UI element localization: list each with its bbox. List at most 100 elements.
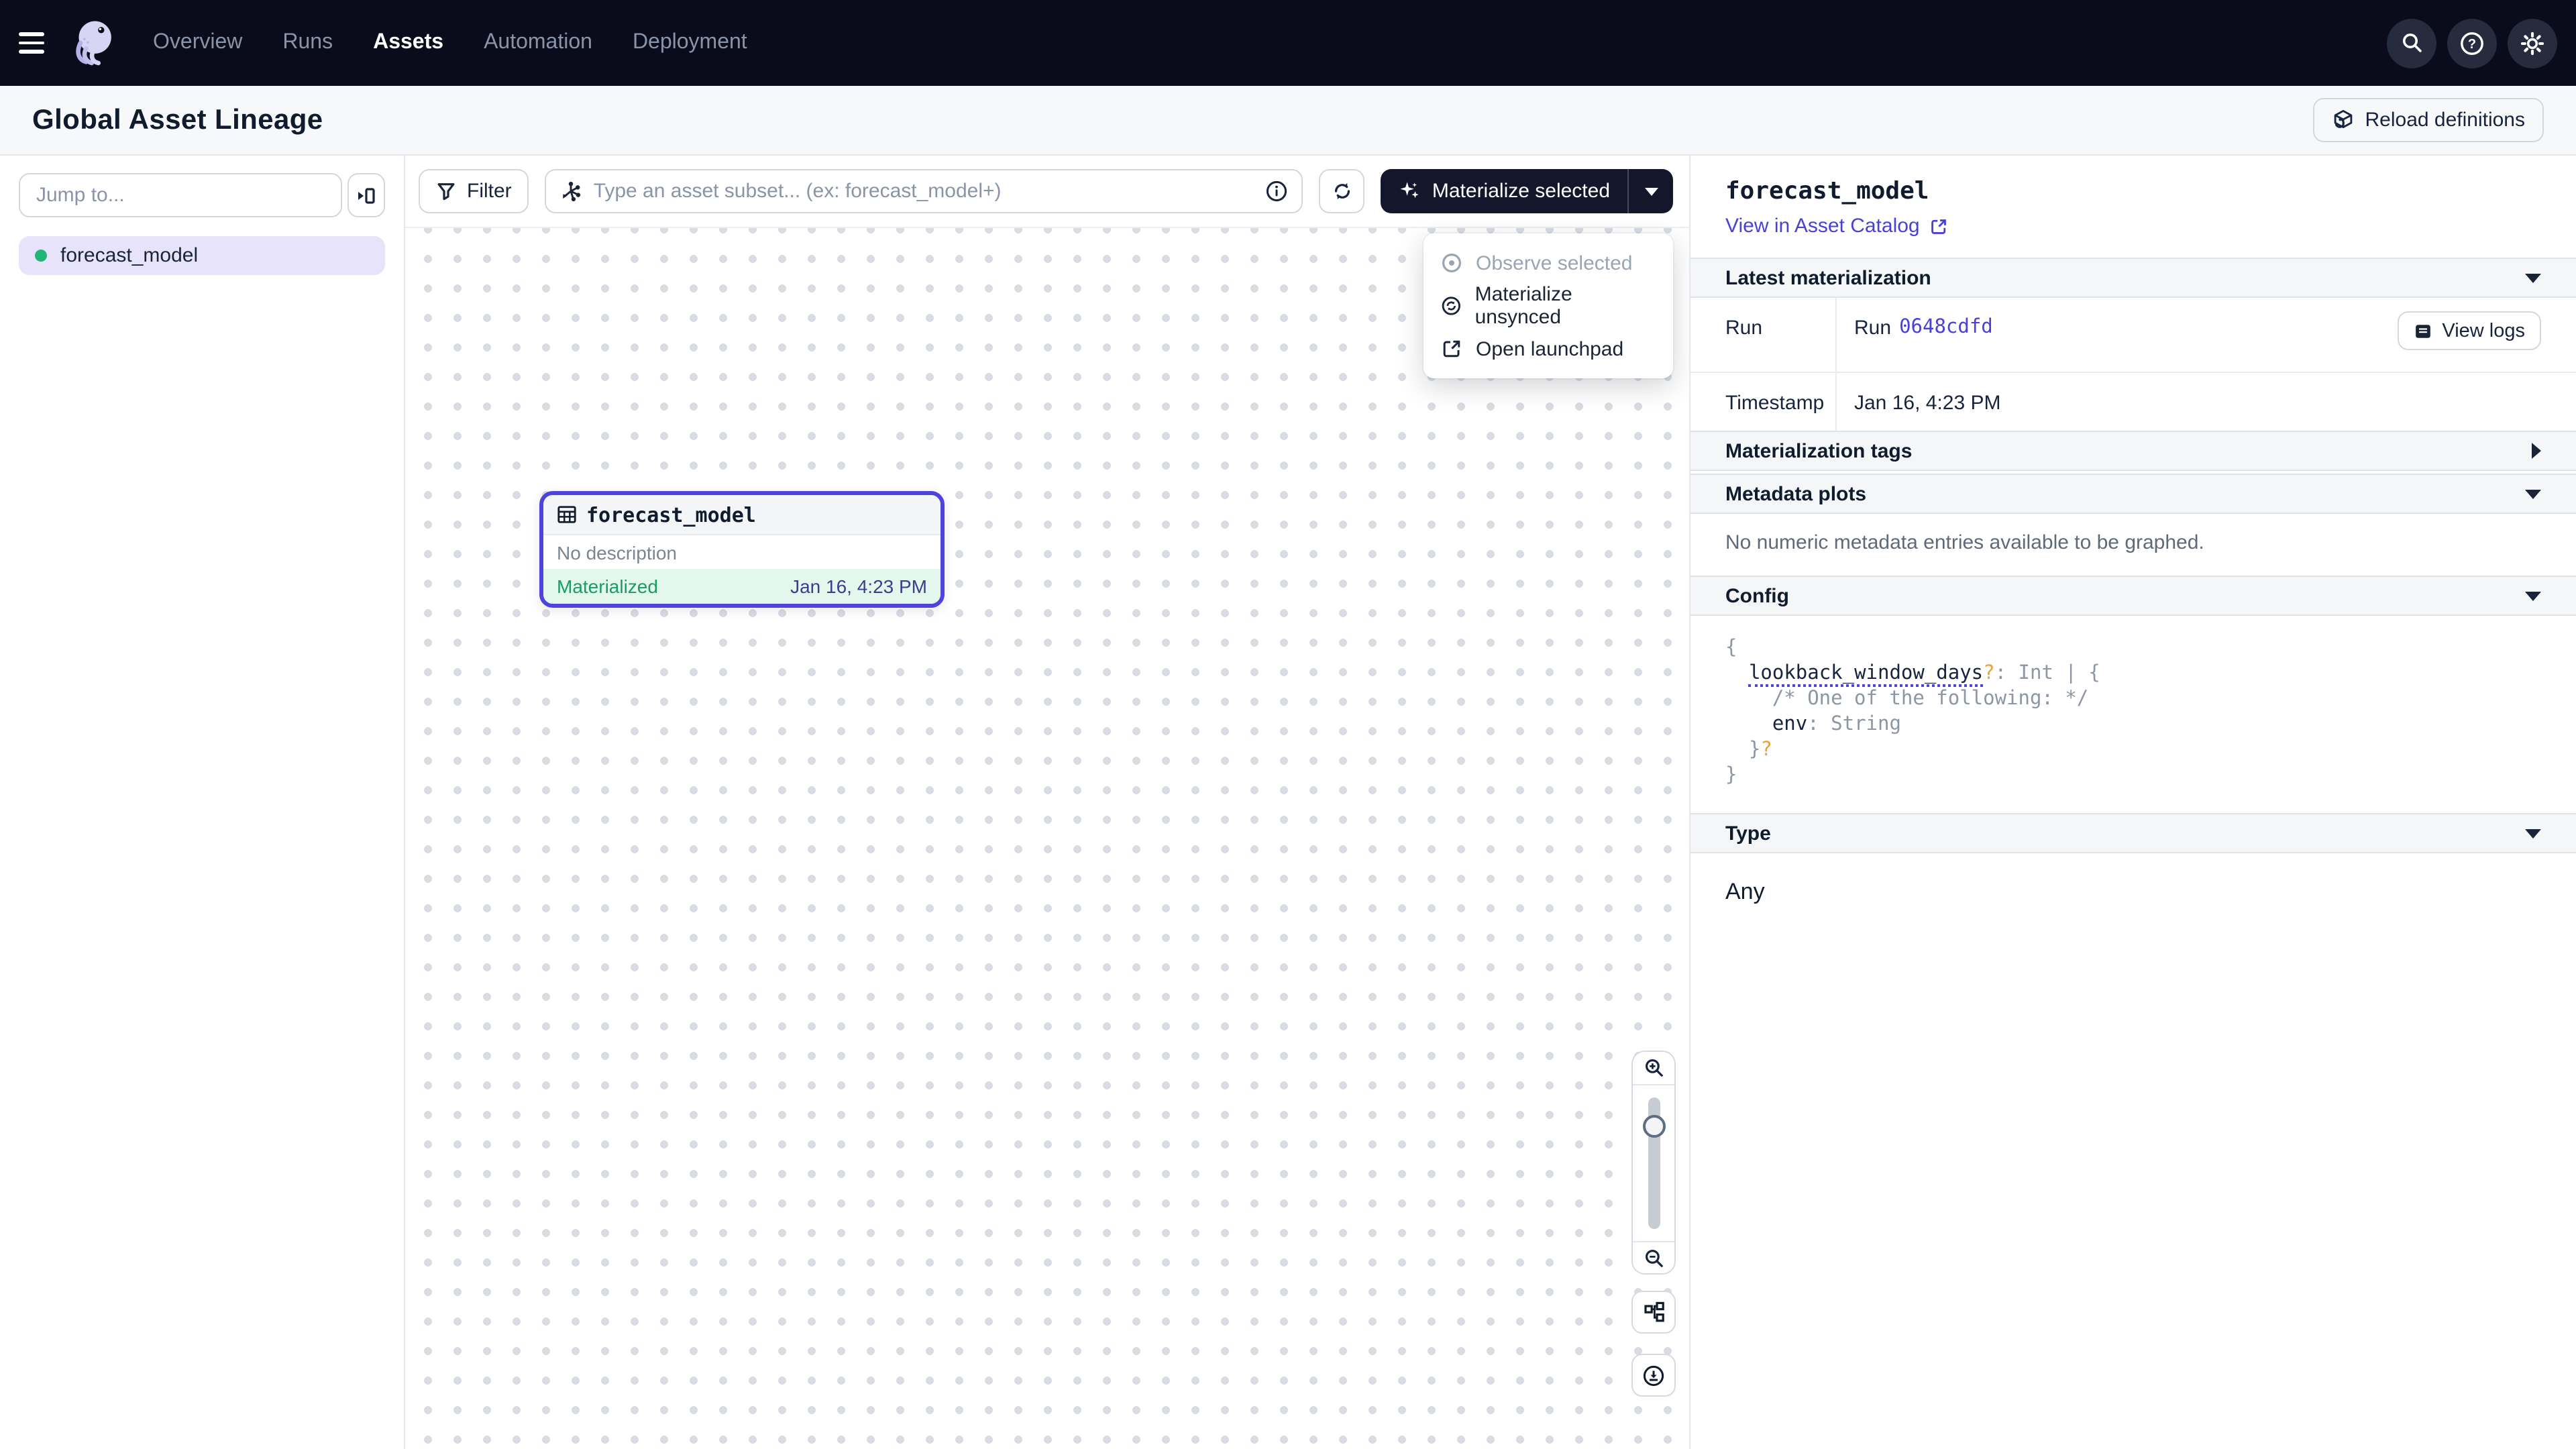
download-icon (1642, 1364, 1665, 1387)
settings-button[interactable] (2508, 18, 2557, 68)
zoom-slider-thumb[interactable] (1642, 1115, 1665, 1138)
nav-item-overview[interactable]: Overview (153, 31, 242, 55)
view-in-asset-catalog-link[interactable]: View in Asset Catalog (1725, 215, 1948, 237)
section-type[interactable]: Type (1690, 813, 2576, 853)
jump-to-input[interactable] (19, 173, 342, 217)
asset-subset-input[interactable]: Type an asset subset... (ex: forecast_mo… (545, 169, 1303, 213)
sparkle-icon (1399, 180, 1421, 203)
octopus-logo-icon (67, 16, 121, 70)
nav-item-deployment[interactable]: Deployment (633, 31, 747, 55)
primary-nav: Overview Runs Assets Automation Deployme… (153, 31, 747, 55)
menu-item-observe-selected[interactable]: Observe selected (1424, 241, 1673, 284)
code-text: { (1725, 637, 1737, 659)
zoom-out-icon (1643, 1247, 1664, 1269)
asset-sidebar: forecast_model (0, 156, 405, 1449)
asset-node-header: forecast_model (543, 495, 941, 535)
section-config[interactable]: Config (1690, 576, 2576, 616)
materialize-selected-split-button: Materialize selected (1381, 169, 1673, 213)
collapse-sidebar-button[interactable] (347, 173, 385, 217)
navbar-actions: ? (2387, 18, 2576, 68)
reload-definitions-button[interactable]: Reload definitions (2313, 98, 2544, 142)
code-comment: /* One of the following: */ (1725, 688, 2088, 710)
zoom-panel (1631, 1051, 1676, 1275)
external-link-icon (1929, 217, 1948, 235)
optional-marker: ? (1983, 663, 1994, 684)
run-row: Run Run 0648cdfd View logs (1690, 298, 2576, 373)
collapse-panel-icon (356, 184, 377, 206)
materialize-dropdown-toggle[interactable] (1627, 169, 1673, 213)
catalog-link-label: View in Asset Catalog (1725, 215, 1920, 237)
refresh-graph-button[interactable] (1320, 169, 1365, 213)
refresh-icon (1331, 180, 1354, 203)
config-schema-code: { lookback_window_days?: Int | { /* One … (1690, 616, 2576, 813)
dagster-logo[interactable] (64, 13, 123, 72)
canvas-toolbar: Filter (405, 156, 1689, 228)
materialize-dropdown-menu: Observe selected Materialize unsynced (1424, 233, 1673, 378)
sidebar-item-forecast-model[interactable]: forecast_model (19, 236, 385, 275)
filter-label: Filter (467, 180, 512, 203)
config-field-name: env (1772, 714, 1807, 735)
search-button[interactable] (2387, 18, 2436, 68)
filter-funnel-icon (436, 181, 456, 201)
download-image-button[interactable] (1631, 1354, 1676, 1397)
run-id-link[interactable]: 0648cdfd (1899, 317, 1993, 338)
chevron-down-icon (2525, 591, 2541, 600)
help-button[interactable]: ? (2447, 18, 2497, 68)
page-title: Global Asset Lineage (32, 104, 323, 136)
zoom-in-button[interactable] (1633, 1052, 1674, 1085)
section-label: Latest materialization (1725, 266, 1931, 289)
canvas-controls (1631, 1051, 1676, 1397)
open-external-icon (1441, 338, 1462, 360)
config-field-name: lookback_window_days (1749, 663, 1983, 687)
chevron-right-icon (2532, 443, 2541, 459)
asset-node-status-row: Materialized Jan 16, 4:23 PM (543, 569, 941, 604)
chevron-down-icon (2525, 828, 2541, 838)
chevron-down-icon (1644, 187, 1658, 195)
graph-layout-icon (1643, 1301, 1664, 1323)
chevron-down-icon (2525, 489, 2541, 498)
asset-node-forecast-model[interactable]: forecast_model No description Materializ… (539, 491, 945, 608)
view-logs-label: View logs (2442, 320, 2525, 341)
materialize-selected-label: Materialize selected (1432, 180, 1610, 203)
asset-subset-placeholder: Type an asset subset... (ex: forecast_mo… (594, 180, 1255, 203)
zoom-out-button[interactable] (1633, 1241, 1674, 1273)
optional-marker: ? (1760, 739, 1772, 761)
run-row-label: Run (1690, 298, 1837, 372)
nav-item-assets[interactable]: Assets (373, 31, 443, 55)
zoom-slider[interactable] (1633, 1085, 1674, 1241)
view-logs-button[interactable]: View logs (2398, 311, 2541, 350)
timestamp-row: Timestamp Jan 16, 4:23 PM (1690, 373, 2576, 431)
info-icon[interactable] (1266, 180, 1289, 203)
menu-item-materialize-unsynced[interactable]: Materialize unsynced (1424, 284, 1673, 327)
nav-item-runs[interactable]: Runs (282, 31, 333, 55)
asset-node-status: Materialized (557, 576, 658, 597)
main-content: forecast_model Filter (0, 156, 2576, 1449)
hamburger-menu-button[interactable] (0, 0, 62, 86)
section-materialization-tags[interactable]: Materialization tags (1690, 431, 2576, 471)
materialize-selected-button[interactable]: Materialize selected (1381, 169, 1627, 213)
section-metadata-plots[interactable]: Metadata plots (1690, 474, 2576, 514)
rearrange-layout-button[interactable] (1631, 1291, 1676, 1334)
top-navbar: Overview Runs Assets Automation Deployme… (0, 0, 2576, 86)
filter-button[interactable]: Filter (419, 169, 529, 213)
reload-cube-icon (2332, 109, 2355, 131)
asset-list: forecast_model (19, 236, 385, 275)
section-label: Config (1725, 584, 1789, 607)
asset-details-panel: forecast_model View in Asset Catalog Lat… (1689, 156, 2576, 1449)
asset-status-dot (35, 250, 47, 262)
lineage-canvas[interactable]: Filter (405, 156, 1689, 1449)
menu-item-open-launchpad[interactable]: Open launchpad (1424, 327, 1673, 370)
zoom-in-icon (1643, 1057, 1664, 1079)
sidebar-item-label: forecast_model (60, 244, 198, 267)
menu-item-label: Materialize unsynced (1475, 283, 1656, 329)
section-label: Metadata plots (1725, 482, 1866, 505)
logs-icon (2414, 321, 2432, 340)
metadata-empty-text: No numeric metadata entries available to… (1690, 514, 2576, 576)
help-icon: ? (2459, 30, 2485, 56)
asset-graph-icon (560, 180, 583, 203)
menu-item-label: Observe selected (1476, 252, 1632, 274)
nav-item-automation[interactable]: Automation (484, 31, 592, 55)
app: Overview Runs Assets Automation Deployme… (0, 0, 2576, 1449)
section-latest-materialization[interactable]: Latest materialization (1690, 258, 2576, 298)
reload-definitions-label: Reload definitions (2365, 109, 2526, 131)
